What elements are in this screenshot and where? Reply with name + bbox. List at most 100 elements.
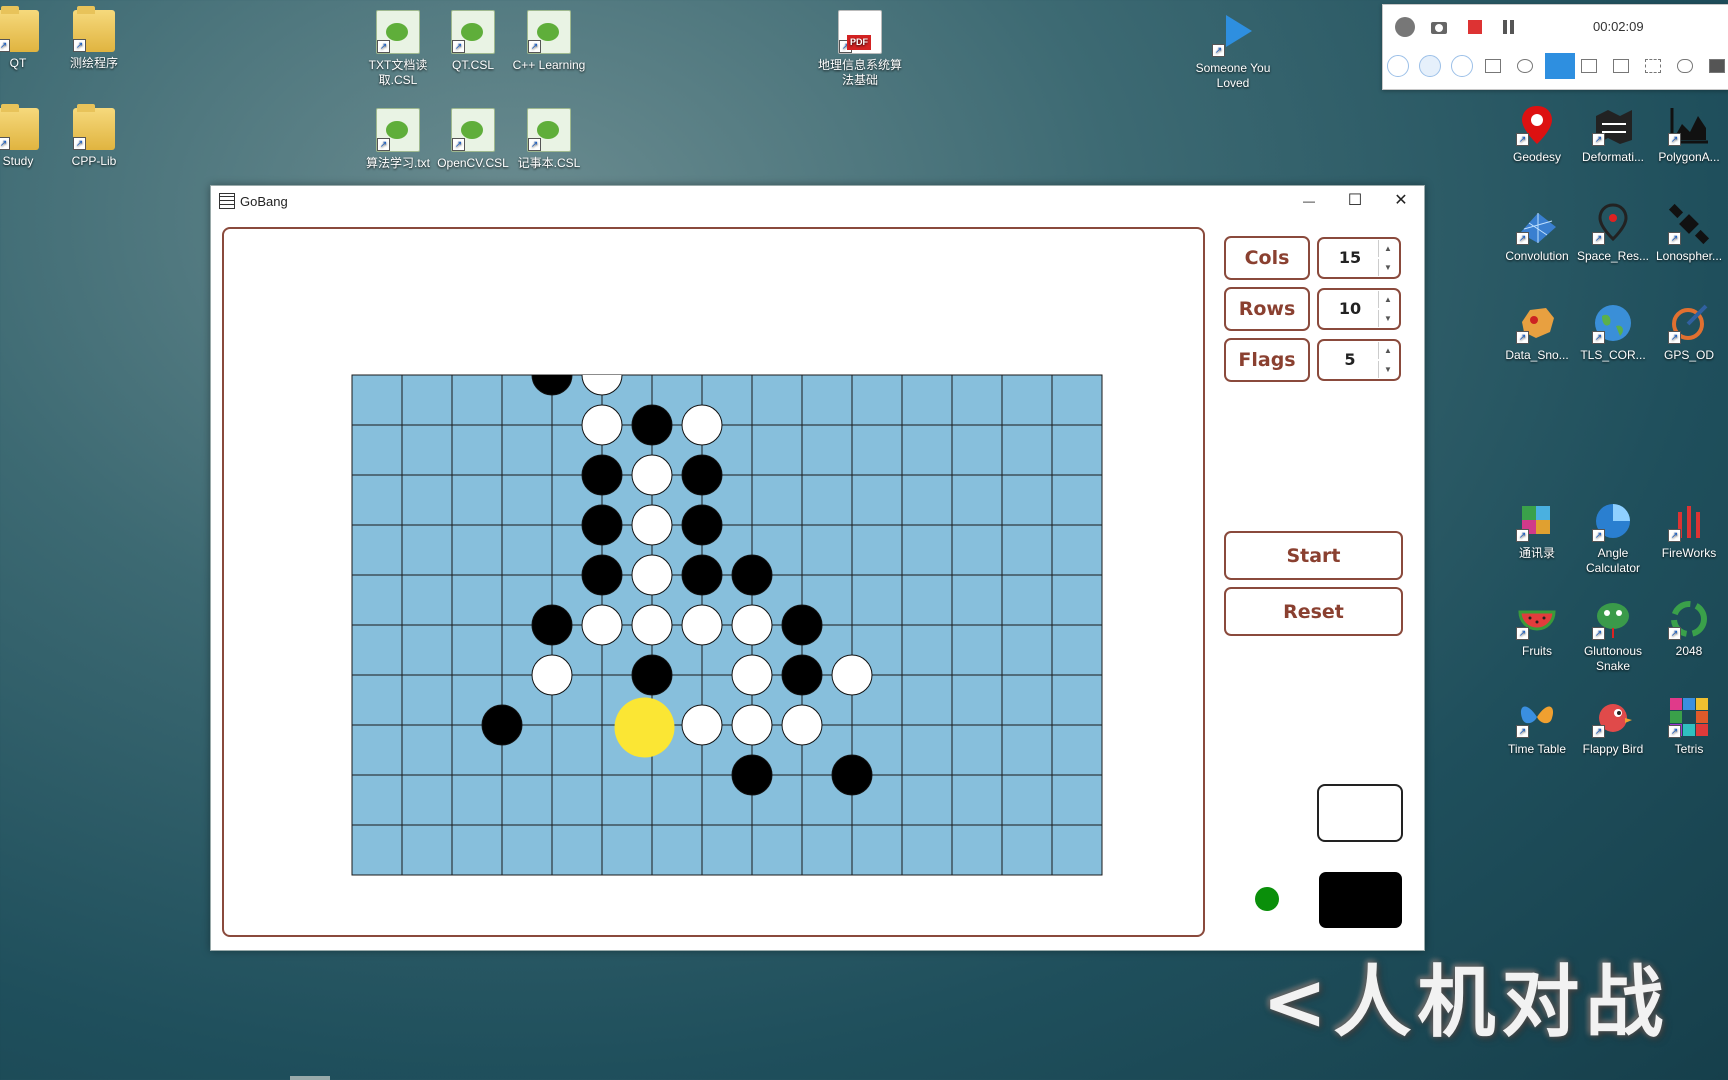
folder-icon: ↗ bbox=[73, 6, 115, 52]
link-icon[interactable] bbox=[1677, 59, 1693, 73]
window-icon[interactable] bbox=[1613, 59, 1629, 73]
chart-icon: ↗ bbox=[1668, 104, 1710, 146]
black-stone bbox=[631, 404, 673, 446]
white-stone bbox=[581, 404, 623, 446]
fireworks-icon: ↗ bbox=[1668, 500, 1710, 542]
desktop-icon-tetris[interactable]: ↗ Tetris bbox=[1651, 696, 1727, 757]
grid-icon: ↗ bbox=[1516, 203, 1558, 245]
webcam-icon[interactable] bbox=[1517, 59, 1533, 73]
gobang-window: GoBang — ☐ ✕ Cols 15 ▲ ▼ Rows 10 ▲ ▼ Fla… bbox=[210, 185, 1425, 951]
white-stone bbox=[631, 604, 673, 646]
white-stone bbox=[731, 654, 773, 696]
white-stone bbox=[831, 654, 873, 696]
desktop-icon-txt-reader-csl[interactable]: ↗ TXT文档读取.CSL bbox=[360, 10, 436, 88]
csl-file-icon: ↗ bbox=[451, 10, 495, 54]
desktop-icon-someone-you-loved[interactable]: ↗ Someone You Loved bbox=[1195, 10, 1271, 91]
maximize-button[interactable]: ☐ bbox=[1332, 186, 1378, 216]
desktop-icon-angle-calculator[interactable]: ↗ Angle Calculator bbox=[1575, 500, 1651, 576]
white-stone bbox=[631, 504, 673, 546]
desktop-icon-fruits[interactable]: ↗ Fruits bbox=[1499, 598, 1575, 659]
desktop-icon-cpp-lib[interactable]: ↗ CPP-Lib bbox=[56, 104, 132, 169]
click-effect-icon[interactable] bbox=[1419, 55, 1441, 77]
rows-spinbox[interactable]: 10 ▲ ▼ bbox=[1317, 288, 1401, 330]
cursor-tool-icon[interactable] bbox=[1387, 55, 1409, 77]
satellite-icon: ↗ bbox=[1668, 203, 1710, 245]
desktop-icon-cpp-learning[interactable]: ↗ C++ Learning bbox=[511, 10, 587, 73]
close-button[interactable]: ✕ bbox=[1378, 186, 1424, 216]
csl-file-icon: ↗ bbox=[527, 108, 571, 152]
desktop-icon-algorithm-txt[interactable]: ↗ 算法学习.txt bbox=[360, 108, 436, 171]
white-player-indicator bbox=[1317, 784, 1403, 842]
monitor-icon[interactable] bbox=[1581, 59, 1597, 73]
last-move-highlight bbox=[614, 697, 675, 758]
fullscreen-icon[interactable] bbox=[1645, 59, 1661, 73]
dropdown-icon[interactable] bbox=[1395, 17, 1415, 37]
screen-recorder-toolbar: 00:02:09 bbox=[1382, 4, 1728, 90]
black-stone bbox=[631, 654, 673, 696]
white-stone bbox=[681, 704, 723, 746]
pdf-file-icon: ↗ bbox=[838, 10, 882, 54]
desktop-icon-time-table[interactable]: ↗ Time Table bbox=[1499, 696, 1575, 757]
desktop-icon-data-snooping[interactable]: ↗ Data_Sno... bbox=[1499, 302, 1575, 363]
cols-spinbox[interactable]: 15 ▲ ▼ bbox=[1317, 237, 1401, 279]
desktop-icon-tls-cor[interactable]: ↗ TLS_COR... bbox=[1575, 302, 1651, 363]
desktop-icon-qt-csl[interactable]: ↗ QT.CSL bbox=[435, 10, 511, 73]
rows-down-arrow[interactable]: ▼ bbox=[1378, 310, 1397, 327]
desktop-icon-gluttonous-snake[interactable]: ↗ Gluttonous Snake bbox=[1575, 598, 1651, 674]
desktop-icon-fireworks[interactable]: ↗ FireWorks bbox=[1651, 500, 1727, 561]
white-stone bbox=[781, 704, 823, 746]
recycle-icon: ↗ bbox=[1668, 598, 1710, 640]
flags-label: Flags bbox=[1224, 338, 1310, 382]
folder-icon[interactable] bbox=[1709, 59, 1725, 73]
desktop-icon-gis-pdf[interactable]: ↗ 地理信息系统算法基础 bbox=[815, 10, 905, 88]
title-bar[interactable]: GoBang — ☐ ✕ bbox=[211, 186, 1424, 216]
butterfly-icon: ↗ bbox=[1516, 696, 1558, 738]
desktop-icon-survey-programs[interactable]: ↗ 测绘程序 bbox=[56, 6, 132, 71]
keyboard-icon[interactable] bbox=[1451, 55, 1473, 77]
flags-value: 5 bbox=[1344, 350, 1356, 369]
screen-mode-icon[interactable] bbox=[1545, 53, 1575, 79]
desktop-icon-polygon[interactable]: ↗ PolygonA... bbox=[1651, 104, 1727, 165]
reset-button[interactable]: Reset bbox=[1224, 587, 1403, 636]
desktop-icon-notepad-csl[interactable]: ↗ 记事本.CSL bbox=[511, 108, 587, 171]
black-stone bbox=[731, 554, 773, 596]
map-icon: ↗ bbox=[1592, 104, 1634, 146]
gobang-board[interactable] bbox=[351, 374, 1103, 876]
desktop-icon-2048[interactable]: ↗ 2048 bbox=[1651, 598, 1727, 659]
desktop-icon-flappy-bird[interactable]: ↗ Flappy Bird bbox=[1575, 696, 1651, 757]
desktop-icon-gps-od[interactable]: ↗ GPS_OD bbox=[1651, 302, 1727, 363]
rows-up-arrow[interactable]: ▲ bbox=[1378, 291, 1397, 308]
flags-spinbox[interactable]: 5 ▲ ▼ bbox=[1317, 339, 1401, 381]
camera-off-icon[interactable] bbox=[1485, 59, 1501, 73]
stop-icon[interactable] bbox=[1465, 17, 1485, 37]
blocks-icon: ↗ bbox=[1516, 500, 1558, 542]
desktop-icon-geodesy[interactable]: ↗ Geodesy bbox=[1499, 104, 1575, 165]
flags-down-arrow[interactable]: ▼ bbox=[1378, 361, 1397, 378]
map-region-icon: ↗ bbox=[1516, 302, 1558, 344]
desktop-icon-convolution[interactable]: ↗ Convolution bbox=[1499, 203, 1575, 264]
satellite-dish-icon: ↗ bbox=[1668, 302, 1710, 344]
desktop-icon-space-resection[interactable]: ↗ Space_Res... bbox=[1575, 203, 1651, 264]
folder-icon: ↗ bbox=[0, 104, 39, 150]
watermelon-icon: ↗ bbox=[1516, 598, 1558, 640]
play-media-icon: ↗ bbox=[1212, 15, 1254, 57]
desktop-icon-address-book[interactable]: ↗ 通讯录 bbox=[1499, 500, 1575, 561]
csl-file-icon: ↗ bbox=[376, 108, 420, 152]
desktop-icon-ionosphere[interactable]: ↗ Lonospher... bbox=[1651, 203, 1727, 264]
minimize-button[interactable]: — bbox=[1286, 186, 1332, 216]
cols-up-arrow[interactable]: ▲ bbox=[1378, 240, 1397, 257]
recording-timer: 00:02:09 bbox=[1593, 19, 1644, 34]
desktop-icon-deformation[interactable]: ↗ Deformati... bbox=[1575, 104, 1651, 165]
camera-icon[interactable] bbox=[1429, 17, 1449, 37]
cols-down-arrow[interactable]: ▼ bbox=[1378, 259, 1397, 276]
white-stone bbox=[681, 404, 723, 446]
desktop-icon-study[interactable]: ↗ Study bbox=[0, 104, 56, 169]
folder-icon: ↗ bbox=[73, 104, 115, 150]
desktop-icon-qt[interactable]: ↗ QT bbox=[0, 6, 56, 71]
black-stone bbox=[781, 654, 823, 696]
flags-up-arrow[interactable]: ▲ bbox=[1378, 342, 1397, 359]
desktop-icon-opencv-csl[interactable]: ↗ OpenCV.CSL bbox=[435, 108, 511, 171]
start-button[interactable]: Start bbox=[1224, 531, 1403, 580]
pause-icon[interactable] bbox=[1499, 17, 1519, 37]
rows-value: 10 bbox=[1338, 299, 1362, 318]
